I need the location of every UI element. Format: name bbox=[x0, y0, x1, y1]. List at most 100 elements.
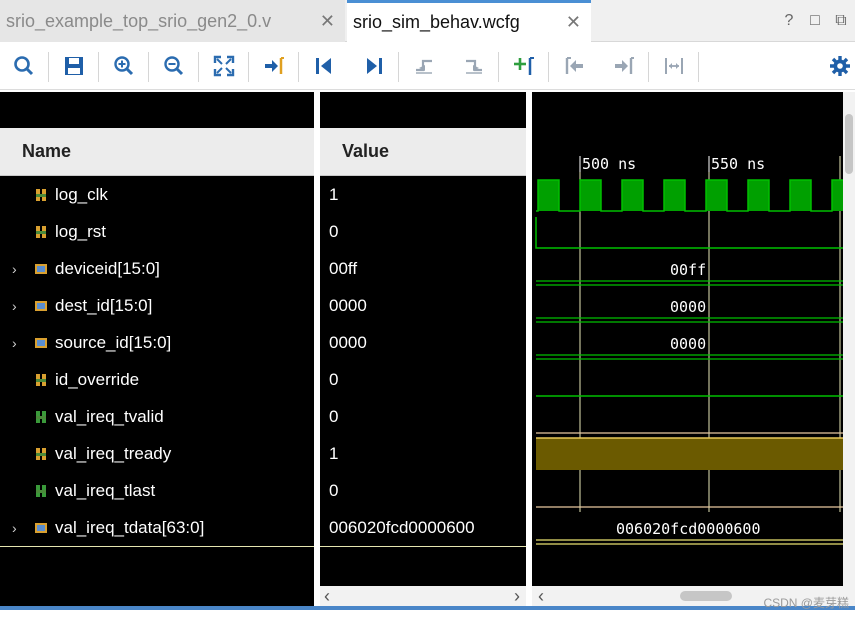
go-to-last-time-icon[interactable] bbox=[362, 54, 386, 78]
signal-row-name[interactable]: › deviceid[15:0] bbox=[0, 250, 314, 287]
chevron-right-icon[interactable]: › bbox=[12, 335, 17, 351]
add-marker-icon[interactable] bbox=[512, 54, 536, 78]
scroll-left-icon[interactable]: ‹ bbox=[538, 586, 544, 606]
next-transition-icon[interactable] bbox=[462, 54, 486, 78]
zoom-in-icon[interactable] bbox=[112, 54, 136, 78]
search-icon[interactable] bbox=[12, 54, 36, 78]
signal-row-name[interactable]: id_override bbox=[0, 361, 314, 398]
signal-value[interactable]: 00ff bbox=[320, 250, 526, 287]
toolbar-separator bbox=[148, 52, 149, 82]
signal-value[interactable]: 0000 bbox=[320, 287, 526, 324]
bus-signal-icon bbox=[35, 522, 47, 533]
watermark: CSDN @麦芽糕 bbox=[763, 596, 849, 610]
footer bbox=[0, 610, 855, 621]
save-icon[interactable] bbox=[62, 54, 86, 78]
close-icon[interactable]: ✕ bbox=[320, 11, 335, 32]
previous-marker-icon[interactable] bbox=[562, 54, 586, 78]
scroll-left-icon[interactable]: ‹ bbox=[324, 586, 330, 606]
signal-row-name[interactable]: val_ireq_tlast bbox=[0, 472, 314, 509]
name-column-header[interactable]: Name bbox=[0, 128, 314, 176]
value-horizontal-scrollbar[interactable]: ‹ › bbox=[320, 586, 526, 606]
signal-value[interactable]: 1 bbox=[320, 176, 526, 213]
signal-value[interactable]: 0 bbox=[320, 361, 526, 398]
bit-signal-icon bbox=[36, 225, 46, 238]
clock-high-pulse bbox=[748, 180, 769, 211]
clock-high-pulse bbox=[706, 180, 727, 211]
go-to-time-zero-icon[interactable] bbox=[312, 54, 336, 78]
value-column-header[interactable]: Value bbox=[320, 128, 526, 176]
bus-signal-icon bbox=[35, 300, 47, 311]
signal-value[interactable]: 0 bbox=[320, 472, 526, 509]
chevron-right-icon[interactable]: › bbox=[12, 520, 17, 536]
next-marker-icon[interactable] bbox=[612, 54, 636, 78]
signal-name: val_ireq_tdata[63:0] bbox=[55, 517, 205, 537]
signal-value[interactable]: 1 bbox=[320, 435, 526, 472]
chevron-right-icon[interactable]: › bbox=[12, 261, 17, 277]
zoom-out-icon[interactable] bbox=[162, 54, 186, 78]
bit-signal-icon bbox=[36, 484, 46, 497]
clock-high-pulse bbox=[538, 180, 559, 211]
swap-cursors-icon[interactable] bbox=[662, 54, 686, 78]
signal-row-name[interactable]: › val_ireq_tdata[63:0] bbox=[0, 509, 314, 546]
signal-name: val_ireq_tlast bbox=[55, 480, 156, 500]
signal-name: deviceid[15:0] bbox=[55, 258, 160, 278]
signal-value[interactable]: 0000 bbox=[320, 324, 526, 361]
time-label-500: 500 ns bbox=[582, 155, 636, 173]
zoom-fit-icon[interactable] bbox=[212, 54, 236, 78]
signal-row-name[interactable]: › source_id[15:0] bbox=[0, 324, 314, 361]
tab-srio-example-top[interactable]: srio_example_top_srio_gen2_0.v ✕ bbox=[0, 0, 345, 42]
help-icon[interactable]: ? bbox=[781, 12, 797, 30]
signal-name: source_id[15:0] bbox=[55, 332, 172, 352]
signal-row-name[interactable]: val_ireq_tvalid bbox=[0, 398, 314, 435]
signal-name: val_ireq_tvalid bbox=[55, 406, 164, 426]
signal-row-name[interactable]: log_clk bbox=[0, 176, 314, 213]
signal-value[interactable]: 0 bbox=[320, 398, 526, 435]
toolbar-separator bbox=[298, 52, 299, 82]
tready-high-fill bbox=[536, 438, 843, 470]
bus-signal-icon bbox=[35, 263, 47, 274]
bus-value-label: 0000 bbox=[670, 298, 706, 316]
clock-high-pulse bbox=[832, 180, 843, 211]
signal-row-name[interactable]: val_ireq_tready bbox=[0, 435, 314, 472]
bus-value-label: 0000 bbox=[670, 335, 706, 353]
tab-label: srio_example_top_srio_gen2_0.v bbox=[6, 10, 272, 31]
gear-icon[interactable] bbox=[828, 54, 852, 78]
bus-value-label: 00ff bbox=[670, 261, 706, 279]
scrollbar-thumb[interactable] bbox=[845, 114, 853, 174]
toolbar-separator bbox=[498, 52, 499, 82]
go-to-cursor-icon[interactable] bbox=[262, 54, 286, 78]
scroll-right-icon[interactable]: › bbox=[514, 586, 520, 606]
bus-value-label: 006020fcd0000600 bbox=[616, 520, 761, 538]
previous-transition-icon[interactable] bbox=[412, 54, 436, 78]
signal-row-name[interactable]: › dest_id[15:0] bbox=[0, 287, 314, 324]
waveform-viewer: srio_example_top_srio_gen2_0.v ✕ srio_si… bbox=[0, 0, 855, 621]
scrollbar-thumb[interactable] bbox=[680, 591, 732, 601]
toolbar-separator bbox=[398, 52, 399, 82]
waveform-vertical-scrollbar[interactable] bbox=[843, 92, 855, 586]
signal-name: log_clk bbox=[55, 184, 108, 204]
toolbar-separator bbox=[648, 52, 649, 82]
toolbar-separator bbox=[98, 52, 99, 82]
clock-high-pulse bbox=[580, 180, 601, 211]
chevron-right-icon[interactable]: › bbox=[12, 298, 17, 314]
signal-value[interactable]: 006020fcd0000600 bbox=[320, 509, 526, 546]
signal-name: log_rst bbox=[55, 221, 107, 241]
waveform-canvas[interactable]: 500 ns 550 ns 00ff 0000 0000 006020fcd00006… bbox=[532, 92, 843, 586]
close-icon[interactable]: ✕ bbox=[566, 12, 581, 33]
signal-traces: 00ff 0000 0000 006020fcd0000600 bbox=[535, 179, 843, 545]
bit-signal-icon bbox=[36, 373, 46, 386]
signal-row-name[interactable]: log_rst bbox=[0, 213, 314, 250]
tab-bar: srio_example_top_srio_gen2_0.v ✕ srio_si… bbox=[0, 0, 855, 42]
bus-signal-icon bbox=[35, 337, 47, 348]
signal-value[interactable]: 0 bbox=[320, 213, 526, 250]
toolbar-separator bbox=[48, 52, 49, 82]
toolbar-separator bbox=[548, 52, 549, 82]
window-controls: ? □ ⧉ bbox=[781, 12, 849, 30]
selection-divider bbox=[320, 546, 526, 547]
maximize-icon[interactable]: ⧉ bbox=[833, 12, 849, 30]
selection-divider bbox=[0, 546, 314, 547]
restore-icon[interactable]: □ bbox=[807, 12, 823, 30]
signal-name: val_ireq_tready bbox=[55, 443, 172, 463]
tab-srio-sim-behav[interactable]: srio_sim_behav.wcfg ✕ bbox=[347, 0, 591, 42]
waveform-toolbar bbox=[0, 42, 855, 90]
